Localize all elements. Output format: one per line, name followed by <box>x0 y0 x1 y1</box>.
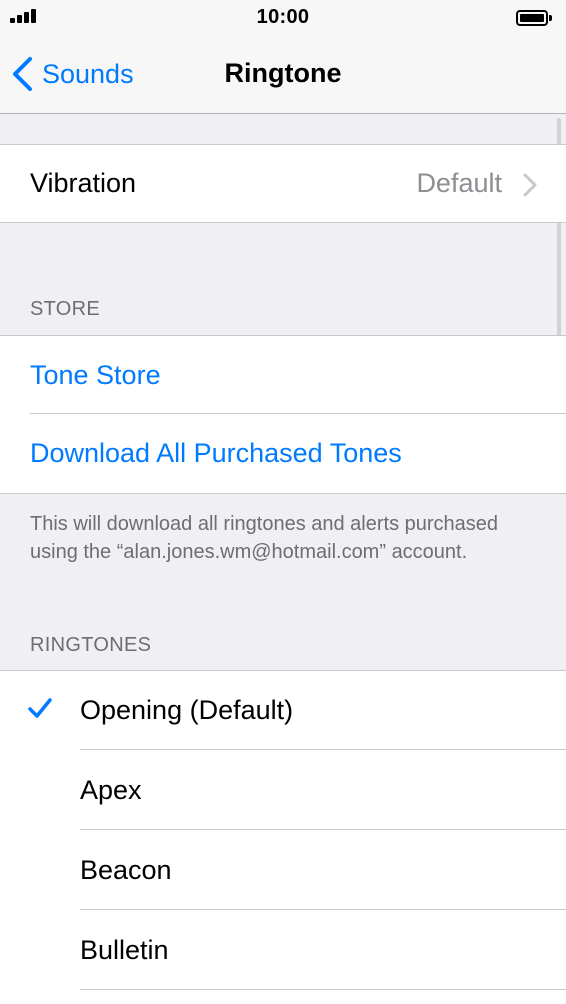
tone-store-link: Tone Store <box>30 359 161 390</box>
ringtone-row-beacon[interactable]: Beacon <box>0 830 566 910</box>
ringtone-row-opening[interactable]: Opening (Default) <box>0 670 566 750</box>
ringtone-settings-screen: 10:00 Sounds Ringtone Vibration Default … <box>0 0 566 1004</box>
vibration-row[interactable]: Vibration Default <box>0 144 566 223</box>
tone-store-row[interactable]: Tone Store <box>0 335 566 414</box>
ringtone-label: Opening (Default) <box>80 695 294 725</box>
download-all-link: Download All Purchased Tones <box>30 438 402 468</box>
chevron-right-icon <box>523 173 537 197</box>
ringtone-row-apex[interactable]: Apex <box>0 750 566 830</box>
navigation-bar: Sounds Ringtone <box>0 36 566 114</box>
store-footer-note: This will download all ringtones and ale… <box>30 513 499 563</box>
vibration-label: Vibration <box>30 168 137 198</box>
ringtone-label: Apex <box>80 774 142 805</box>
ringtone-row-bulletin[interactable]: Bulletin <box>0 910 566 990</box>
battery-full-icon <box>516 10 552 26</box>
download-all-row[interactable]: Download All Purchased Tones <box>0 414 566 494</box>
status-time: 10:00 <box>256 6 310 28</box>
status-bar: 10:00 <box>0 0 566 36</box>
checkmark-icon <box>28 698 52 718</box>
page-title: Ringtone <box>0 58 566 89</box>
page-title-text: Ringtone <box>224 58 342 88</box>
store-section-header: STORE <box>30 298 101 320</box>
ringtones-section-header: RINGTONES <box>30 634 152 656</box>
vibration-value: Default <box>416 168 502 198</box>
ringtone-label: Bulletin <box>80 934 169 965</box>
list-item <box>0 990 566 1004</box>
ringtone-label: Beacon <box>80 854 172 885</box>
